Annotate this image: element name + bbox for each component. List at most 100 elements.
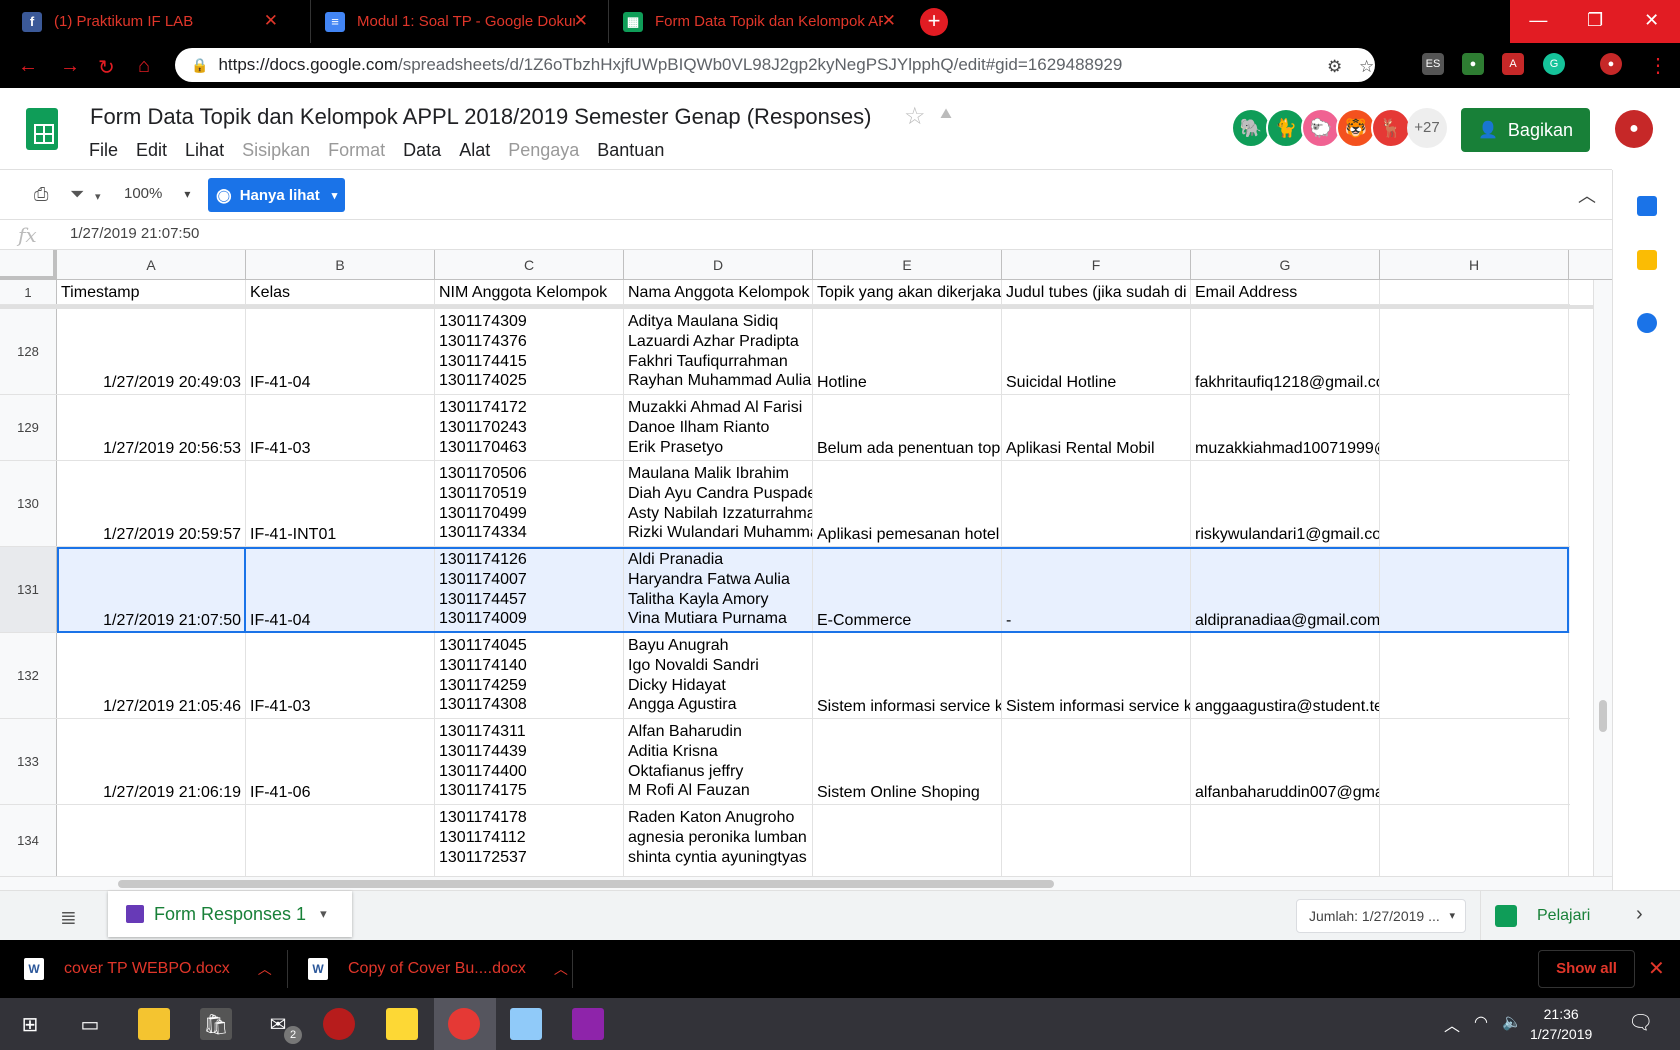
translate-icon[interactable]: ⚙	[1327, 57, 1342, 77]
empty-cell[interactable]	[1380, 719, 1569, 804]
table-row[interactable]: 133 1/27/2019 21:06:19 IF-41-06 1301174311 1…	[0, 719, 1570, 805]
collaborator-avatar[interactable]: 🐘	[1231, 108, 1271, 148]
formula-input[interactable]: 1/27/2019 21:07:50	[70, 225, 199, 242]
empty-cell[interactable]	[1380, 395, 1569, 460]
header-cell[interactable]: NIM Anggota Kelompok	[435, 280, 624, 304]
email-cell[interactable]	[1191, 805, 1380, 876]
sheet-tab-form-responses[interactable]: Form Responses 1 ▾	[108, 891, 352, 937]
topik-cell[interactable]	[813, 805, 1002, 876]
column-header[interactable]: A	[57, 250, 246, 280]
header-cell[interactable]: Nama Anggota Kelompok	[624, 280, 813, 304]
email-cell[interactable]: riskywulandari1@gmail.com	[1191, 461, 1380, 546]
header-cell[interactable]	[1380, 280, 1569, 304]
tasks-icon[interactable]	[1637, 313, 1657, 333]
nama-cell[interactable]: Aldi Pranadia Haryandra Fatwa Aulia Talith…	[624, 547, 813, 632]
kelas-cell[interactable]: IF-41-03	[246, 395, 435, 460]
empty-cell[interactable]	[1380, 805, 1569, 876]
vertical-scrollbar[interactable]	[1593, 280, 1612, 876]
mail-icon[interactable]: ✉ 2	[262, 1008, 302, 1044]
table-row[interactable]: 128 1/27/2019 20:49:03 IF-41-04 1301174309 1…	[0, 309, 1570, 395]
nama-cell[interactable]: Alfan Baharudin Aditia Krisna Oktafianus j…	[624, 719, 813, 804]
collaborator-avatar[interactable]: 🐈	[1266, 108, 1306, 148]
table-row[interactable]: 130 1/27/2019 20:59:57 IF-41-INT01 13011705…	[0, 461, 1570, 547]
judul-cell[interactable]: Aplikasi Rental Mobil	[1002, 395, 1191, 460]
tray-expand-icon[interactable]: ︿	[1444, 1012, 1460, 1036]
extension-globe-icon[interactable]: ●	[1462, 53, 1484, 75]
column-header[interactable]: C	[435, 250, 624, 280]
more-collaborators-badge[interactable]: +27	[1407, 108, 1447, 148]
share-button[interactable]: 👤 Bagikan	[1461, 108, 1590, 152]
spreadsheet-grid[interactable]: ABCDEFGH 1 Timestamp Kelas NIM Anggota Kelo…	[0, 250, 1612, 877]
download-item[interactable]: W cover TP WEBPO.docx ︿	[24, 940, 272, 998]
file-explorer-icon[interactable]	[138, 1008, 170, 1040]
column-header[interactable]: G	[1191, 250, 1380, 280]
clock[interactable]: 21:36 1/27/2019	[1530, 1004, 1592, 1044]
all-sheets-icon[interactable]: ≣	[60, 905, 77, 930]
collaborator-avatar[interactable]: 🐯	[1336, 108, 1376, 148]
nim-cell[interactable]: 1301170506 1301170519 1301170499 1301174334	[435, 461, 624, 546]
chevron-up-icon[interactable]: ︿	[554, 959, 568, 979]
kelas-cell[interactable]: IF-41-03	[246, 633, 435, 718]
browser-tab-docs[interactable]: ≡ Modul 1: Soal TP - Google Dokumen ✕	[310, 0, 600, 43]
nim-cell[interactable]: 1301174172 1301170243 1301170463	[435, 395, 624, 460]
minimize-icon[interactable]: —	[1510, 0, 1567, 43]
table-row[interactable]: 131 1/27/2019 21:07:50 IF-41-04 1301174126 1…	[0, 547, 1570, 633]
row-header[interactable]: 129	[0, 395, 57, 460]
column-header[interactable]: F	[1002, 250, 1191, 280]
collapse-header-icon[interactable]: ︿	[1578, 182, 1596, 208]
bookmark-star-icon[interactable]: ☆	[1359, 57, 1374, 77]
new-tab-button[interactable]: +	[920, 8, 948, 36]
row-header[interactable]: 128	[0, 309, 57, 394]
timestamp-cell[interactable]: 1/27/2019 20:56:53	[57, 395, 246, 460]
empty-cell[interactable]	[1380, 461, 1569, 546]
kelas-cell[interactable]: IF-41-INT01	[246, 461, 435, 546]
nim-cell[interactable]: 1301174178 1301174112 1301172537	[435, 805, 624, 876]
frozen-divider[interactable]	[0, 305, 1612, 309]
explore-button[interactable]: Pelajari	[1480, 891, 1615, 941]
notifications-icon[interactable]: 🗨	[1628, 1010, 1653, 1035]
nim-cell[interactable]: 1301174126 1301174007 1301174457 1301174009	[435, 547, 624, 632]
calendar-icon[interactable]	[1637, 196, 1657, 216]
nama-cell[interactable]: Bayu Anugrah Igo Novaldi Sandri Dicky Hida…	[624, 633, 813, 718]
close-tab-icon[interactable]: ✕	[264, 11, 278, 31]
filter-icon[interactable]: ⏷	[70, 184, 84, 205]
extension-es-icon[interactable]: ES	[1422, 53, 1444, 75]
email-cell[interactable]: muzakkiahmad10071999@gmail.com	[1191, 395, 1380, 460]
kelas-cell[interactable]: IF-41-04	[246, 309, 435, 394]
chevron-right-icon[interactable]: ›	[1636, 903, 1643, 926]
volume-icon[interactable]: 🔈	[1502, 1012, 1522, 1032]
empty-cell[interactable]	[1380, 547, 1569, 632]
horizontal-scrollbar[interactable]	[0, 876, 1612, 890]
empty-cell[interactable]	[1380, 633, 1569, 718]
row-header[interactable]: 1	[0, 280, 57, 304]
menu-view[interactable]: Lihat	[185, 140, 224, 161]
vertical-scroll-thumb[interactable]	[1599, 700, 1607, 732]
close-tab-icon[interactable]: ✕	[882, 11, 896, 31]
profile-icon[interactable]: ●	[1600, 53, 1622, 75]
row-header[interactable]: 131	[0, 547, 57, 632]
timestamp-cell[interactable]: 1/27/2019 20:49:03	[57, 309, 246, 394]
row-header[interactable]: 134	[0, 805, 57, 876]
column-header[interactable]: H	[1380, 250, 1569, 280]
header-cell[interactable]: Email Address	[1191, 280, 1380, 304]
menu-kebab-icon[interactable]: ⋮	[1648, 53, 1668, 78]
chrome-icon[interactable]	[448, 1008, 480, 1040]
header-cell[interactable]: Topik yang akan dikerjakan	[813, 280, 1002, 304]
nim-cell[interactable]: 1301174311 1301174439 1301174400 1301174175	[435, 719, 624, 804]
column-header[interactable]: D	[624, 250, 813, 280]
store-icon[interactable]: 🛍	[200, 1008, 232, 1040]
topik-cell[interactable]: E-Commerce	[813, 547, 1002, 632]
timestamp-cell[interactable]: 1/27/2019 21:05:46	[57, 633, 246, 718]
collaborator-avatar[interactable]: 🦌	[1371, 108, 1411, 148]
chevron-up-icon[interactable]: ︿	[258, 959, 272, 979]
timestamp-cell[interactable]	[57, 805, 246, 876]
chevron-down-icon[interactable]: ▾	[95, 190, 101, 203]
forward-icon[interactable]: →	[60, 55, 80, 78]
column-header[interactable]: B	[246, 250, 435, 280]
print-icon[interactable]: ⎙	[34, 184, 48, 205]
show-all-button[interactable]: Show all	[1538, 950, 1635, 988]
email-cell[interactable]: alfanbaharuddin007@gmail.com	[1191, 719, 1380, 804]
header-cell[interactable]: Timestamp	[57, 280, 246, 304]
account-avatar[interactable]: ●	[1615, 110, 1653, 148]
close-tab-icon[interactable]: ✕	[574, 11, 588, 31]
